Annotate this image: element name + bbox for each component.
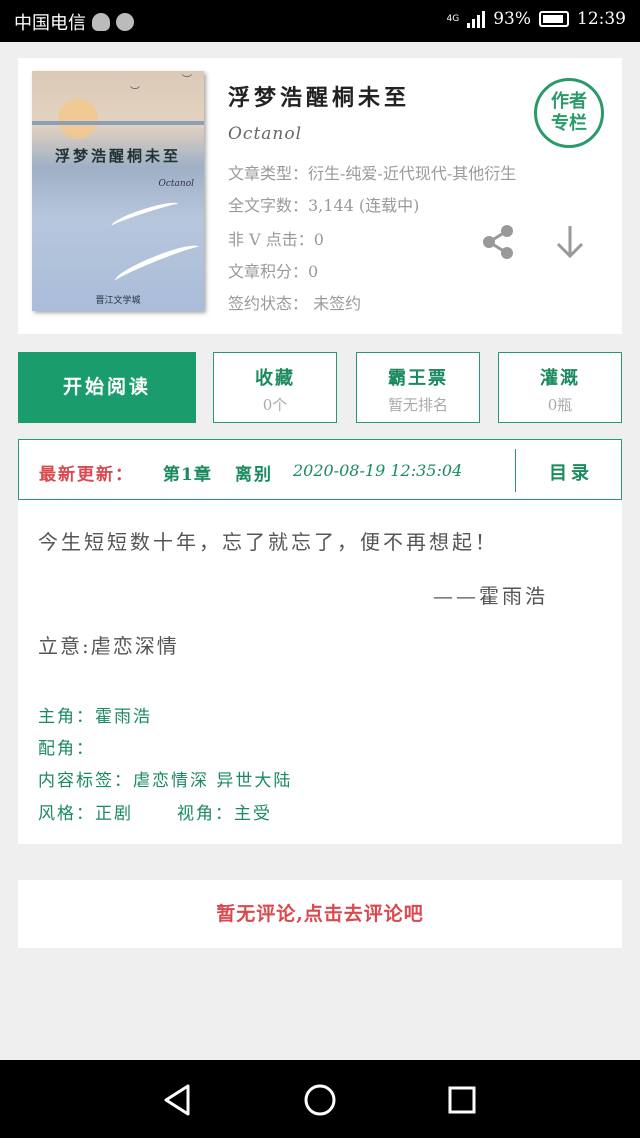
meta-type: 文章类型：衍生-纯爱-近代现代-其他衍生 — [228, 164, 517, 183]
navigation-bar — [0, 1060, 640, 1138]
share-icon[interactable] — [478, 222, 518, 262]
divider — [515, 449, 516, 492]
nutrient-count: 0瓶 — [547, 396, 573, 414]
notification-icon — [116, 13, 134, 31]
cover-title: 浮梦浩醒桐未至 — [54, 147, 181, 165]
book-cover[interactable]: ︶ ︶ 浮梦浩醒桐未至 Octanol 晋江文学城 — [32, 71, 204, 311]
qq-icon — [92, 13, 110, 31]
update-time: 2020-08-19 12:35:04 — [293, 461, 463, 480]
start-reading-button[interactable]: 开始阅读 — [18, 352, 196, 423]
bird-icon: ︶ — [130, 87, 140, 98]
badge-line-1: 作者 — [551, 91, 587, 112]
style-value: 风格：正剧 — [38, 804, 133, 824]
protagonist-line: 主角：霍雨浩 — [38, 707, 152, 727]
update-chapter-title[interactable]: 离别 — [235, 460, 273, 485]
recent-apps-icon[interactable] — [444, 1082, 480, 1118]
home-icon[interactable] — [302, 1082, 338, 1118]
book-title: 浮梦浩醒桐未至 — [228, 85, 411, 111]
book-author[interactable]: Octanol — [228, 124, 302, 144]
carrier-label: 中国电信 — [14, 13, 86, 34]
battery-icon — [539, 11, 569, 27]
bawang-label: 霸王票 — [388, 368, 448, 389]
cover-horizon — [32, 121, 204, 125]
nutrient-button[interactable]: 灌溉 0瓶 — [498, 352, 622, 423]
meta-score: 文章积分：0 — [228, 262, 319, 281]
favorite-label: 收藏 — [255, 368, 295, 389]
cover-sun — [58, 99, 98, 139]
status-left: 中国电信 — [14, 9, 134, 35]
favorite-count: 0个 — [262, 396, 288, 414]
cover-author: Octanol — [158, 179, 195, 189]
perspective-value: 视角：主受 — [177, 804, 272, 824]
meta-word-count: 全文字数：3,144 (连载中) — [228, 196, 420, 215]
bawang-ticket-button[interactable]: 霸王票 暂无排名 — [356, 352, 480, 423]
clock: 12:39 — [577, 9, 626, 29]
badge-line-2: 专栏 — [551, 113, 587, 134]
quote-author: ——霍雨浩 — [433, 584, 548, 608]
latest-update-bar: 最新更新： 第1章 离别 2020-08-19 12:35:04 目录 — [18, 439, 622, 500]
content-tags-line: 内容标签：虐恋情深 异世大陆 — [38, 771, 293, 791]
network-label: 4G — [446, 13, 460, 24]
favorite-button[interactable]: 收藏 0个 — [213, 352, 337, 423]
bird-icon: ︶ — [182, 75, 192, 86]
bawang-rank: 暂无排名 — [387, 396, 448, 414]
comment-prompt-button[interactable]: 暂无评论,点击去评论吧 — [18, 880, 622, 948]
cover-gull — [109, 198, 181, 232]
nutrient-label: 灌溉 — [540, 368, 580, 389]
back-icon[interactable] — [160, 1082, 196, 1118]
cover-gull — [112, 239, 202, 289]
book-summary: 今生短短数十年，忘了就忘了，便不再想起！ ——霍雨浩 立意:虐恋深情 主角：霍雨… — [18, 500, 622, 844]
book-info-card: ︶ ︶ 浮梦浩醒桐未至 Octanol 晋江文学城 浮梦浩醒桐未至 Octano… — [18, 58, 622, 334]
update-label: 最新更新： — [39, 465, 134, 485]
summary-theme: 立意:虐恋深情 — [38, 634, 179, 658]
meta-contract: 签约状态： 未签约 — [228, 294, 362, 313]
battery-percent: 93% — [493, 9, 531, 29]
cover-publisher: 晋江文学城 — [95, 296, 141, 306]
supporting-line: 配角： — [38, 739, 95, 759]
author-column-button[interactable]: 作者 专栏 — [534, 78, 604, 148]
meta-clicks: 非 V 点击：0 — [228, 230, 324, 249]
update-chapter[interactable]: 第1章 — [163, 460, 212, 485]
summary-quote: 今生短短数十年，忘了就忘了，便不再想起！ — [38, 530, 498, 554]
download-icon[interactable] — [552, 222, 588, 262]
style-perspective-line: 风格：正剧 视角：主受 — [38, 799, 272, 824]
signal-icon — [467, 10, 486, 28]
status-right: 4G 93% 12:39 — [447, 9, 627, 29]
table-of-contents-button[interactable]: 目录 — [549, 459, 593, 485]
status-bar: 中国电信 4G 93% 12:39 — [0, 0, 640, 42]
